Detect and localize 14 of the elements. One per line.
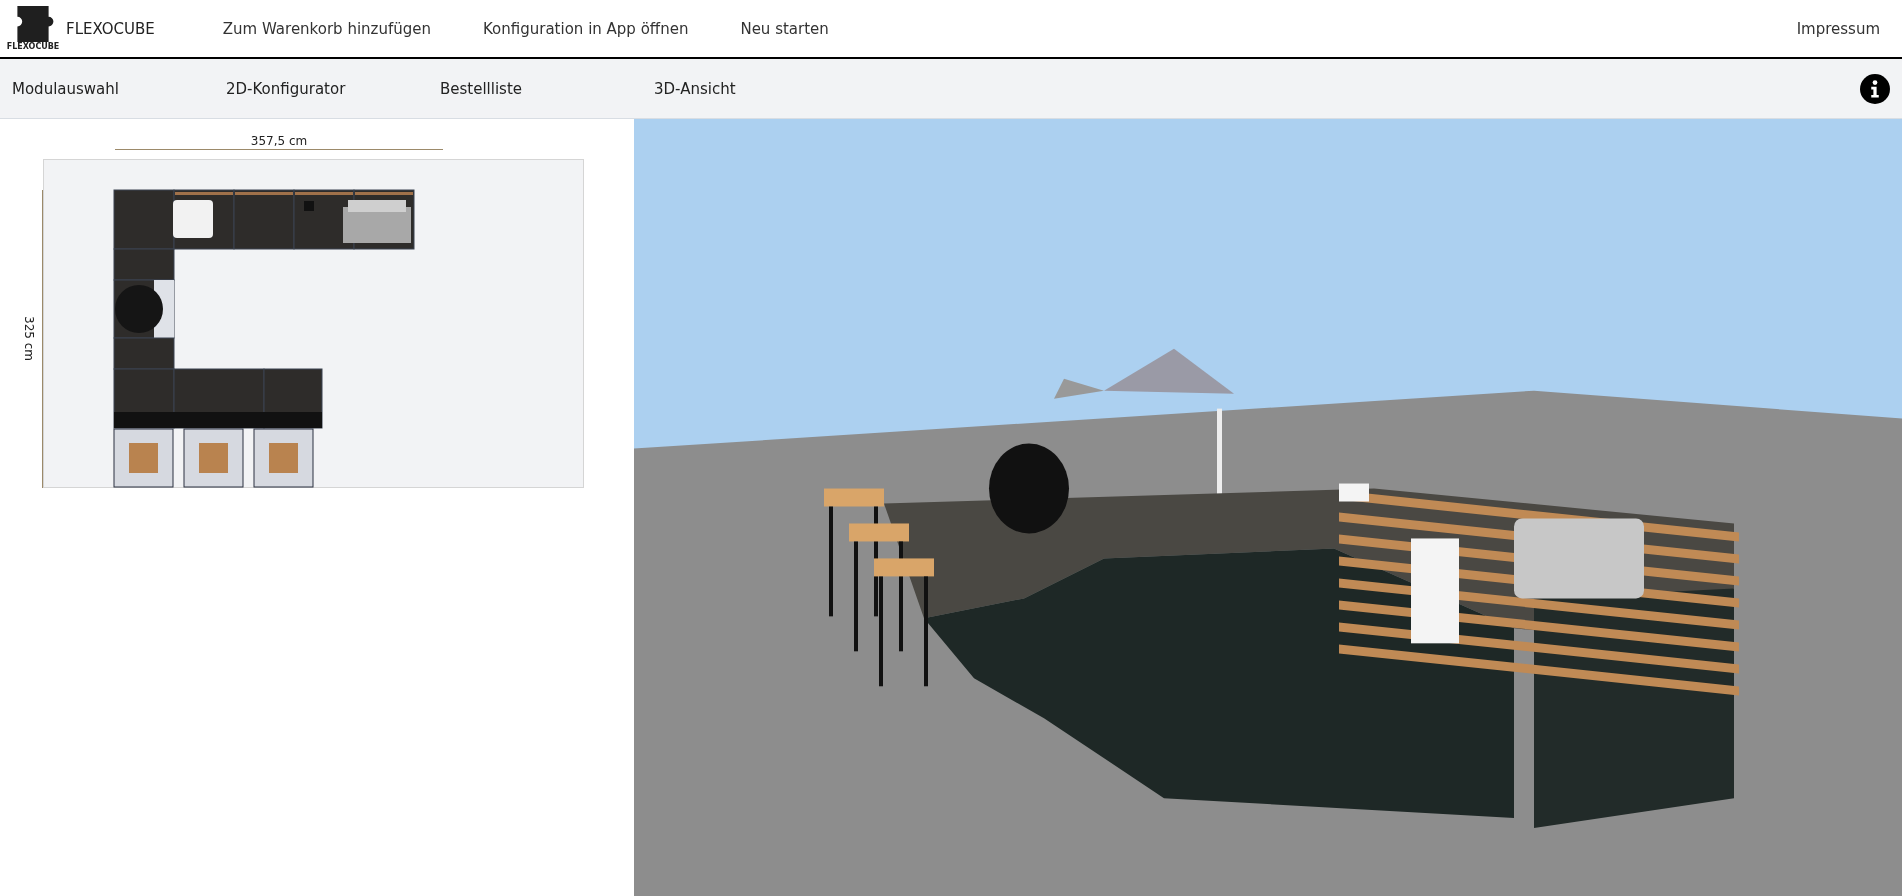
width-dimension: 357,5 cm — [115, 134, 443, 150]
kitchen-3d-drawing[interactable] — [634, 119, 1902, 896]
tab[interactable]: Bestellliste — [440, 79, 654, 98]
logo-text: FLEXOCUBE — [6, 42, 60, 51]
tab[interactable]: Modulauswahl — [12, 79, 226, 98]
tab[interactable]: 2D-Konfigurator — [226, 79, 440, 98]
imprint-link[interactable]: Impressum — [1796, 19, 1880, 38]
info-icon[interactable] — [1860, 73, 1890, 104]
nav-link[interactable]: Neu starten — [740, 19, 829, 38]
nav-link[interactable]: Konfiguration in App öffnen — [483, 19, 689, 38]
floor-plan-drawing[interactable] — [43, 159, 584, 489]
tab[interactable]: 3D-Ansicht — [654, 79, 868, 98]
nav-link[interactable]: Zum Warenkorb hinzufügen — [222, 19, 431, 38]
brand-name: FLEXOCUBE — [66, 19, 155, 38]
